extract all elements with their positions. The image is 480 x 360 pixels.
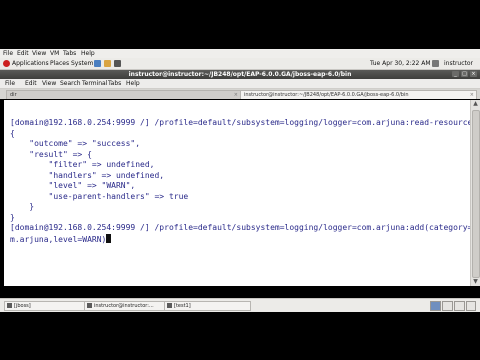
bottom-taskbar: [jboss] instructor@instructor:... [test1… bbox=[0, 298, 480, 312]
applications-menu[interactable]: Applications bbox=[12, 60, 49, 67]
terminal-line: "outcome" => "success", bbox=[10, 139, 141, 148]
workspace-1[interactable] bbox=[430, 301, 441, 311]
term-menu-search[interactable]: Search bbox=[60, 80, 81, 87]
task-test1[interactable]: [test1] bbox=[164, 301, 251, 311]
browser-launcher-icon[interactable] bbox=[94, 60, 101, 67]
terminal-window-title: instructor@instructor:~/JB248/opt/EAP-6.… bbox=[128, 71, 352, 78]
task-label: [jboss] bbox=[14, 303, 31, 309]
terminal-line: { bbox=[10, 128, 15, 138]
terminal-scrollbar[interactable]: ▲ ▼ bbox=[470, 100, 480, 286]
mail-launcher-icon[interactable] bbox=[104, 60, 111, 67]
terminal-line: m.arjuna,level=WARN) bbox=[10, 234, 107, 244]
terminal-launcher-icon[interactable] bbox=[114, 60, 121, 67]
task-jboss[interactable]: [jboss] bbox=[4, 301, 91, 311]
terminal-line: "level" => "WARN", bbox=[10, 181, 136, 190]
terminal-titlebar[interactable]: instructor@instructor:~/JB248/opt/EAP-6.… bbox=[0, 70, 480, 79]
tab-bin[interactable]: instructor@instructor:~/JB248/opt/EAP-6.… bbox=[240, 90, 477, 99]
terminal-line: "handlers" => undefined, bbox=[10, 170, 165, 180]
close-icon[interactable]: × bbox=[470, 71, 477, 77]
volume-icon[interactable] bbox=[432, 60, 439, 67]
terminal-line: [domain@192.168.0.254:9999 /] /profile=d… bbox=[10, 118, 473, 127]
terminal-tabbar: dir × instructor@instructor:~/JB248/opt/… bbox=[0, 89, 480, 99]
workspace-4[interactable] bbox=[466, 301, 476, 311]
tab-label: instructor@instructor:~/JB248/opt/EAP-6.… bbox=[244, 92, 409, 98]
workspace-3[interactable] bbox=[454, 301, 465, 311]
system-menu[interactable]: System bbox=[71, 60, 93, 67]
term-menu-help[interactable]: Help bbox=[126, 80, 140, 87]
panel-clock[interactable]: Tue Apr 30, 2:22 AM bbox=[370, 60, 431, 67]
vm-menu-file[interactable]: File bbox=[3, 50, 13, 57]
vm-menu-edit[interactable]: Edit bbox=[17, 50, 29, 57]
task-label: [test1] bbox=[174, 303, 191, 309]
terminal-menubar: File Edit View Search Terminal Tabs Help bbox=[0, 79, 480, 89]
terminal-line: "filter" => undefined, bbox=[10, 160, 155, 169]
terminal-line: } bbox=[10, 202, 35, 211]
minimize-icon[interactable]: _ bbox=[452, 71, 459, 77]
terminal-line: } bbox=[10, 212, 15, 222]
vm-menu-view[interactable]: View bbox=[32, 50, 46, 57]
vm-menu-help[interactable]: Help bbox=[81, 50, 95, 57]
terminal-output[interactable]: [domain@192.168.0.254:9999 /] /profile=d… bbox=[10, 118, 480, 245]
maximize-icon[interactable]: □ bbox=[461, 71, 468, 77]
panel-user[interactable]: instructor bbox=[444, 60, 473, 67]
scroll-up-icon[interactable]: ▲ bbox=[472, 100, 479, 108]
tab-dir[interactable]: dir × bbox=[6, 90, 241, 99]
scrollbar-thumb[interactable] bbox=[472, 110, 480, 278]
tab-label: dir bbox=[10, 92, 17, 98]
folder-icon bbox=[7, 303, 12, 308]
vm-menu-tabs[interactable]: Tabs bbox=[63, 50, 76, 57]
term-menu-edit[interactable]: Edit bbox=[25, 80, 37, 87]
redhat-icon bbox=[3, 60, 10, 67]
scroll-down-icon[interactable]: ▼ bbox=[472, 278, 479, 286]
terminal-line: "result" => { bbox=[10, 149, 92, 159]
task-label: instructor@instructor:... bbox=[94, 303, 154, 309]
text-cursor bbox=[106, 233, 112, 243]
term-menu-view[interactable]: View bbox=[42, 80, 56, 87]
folder-icon bbox=[167, 303, 172, 308]
terminal-line: [domain@192.168.0.254:9999 /] /profile=d… bbox=[10, 223, 480, 232]
term-menu-tabs[interactable]: Tabs bbox=[108, 80, 121, 87]
workspace-2[interactable] bbox=[442, 301, 453, 311]
vm-menu-vm[interactable]: VM bbox=[50, 50, 59, 57]
gnome-top-panel: Applications Places System Tue Apr 30, 2… bbox=[0, 58, 480, 70]
places-menu[interactable]: Places bbox=[50, 60, 69, 67]
task-terminal[interactable]: instructor@instructor:... bbox=[84, 301, 171, 311]
terminal-body[interactable]: [domain@192.168.0.254:9999 /] /profile=d… bbox=[4, 100, 480, 286]
tab-close-icon[interactable]: × bbox=[470, 91, 474, 99]
term-menu-file[interactable]: File bbox=[5, 80, 15, 87]
term-menu-terminal[interactable]: Terminal bbox=[82, 80, 107, 87]
tab-close-icon[interactable]: × bbox=[234, 91, 238, 99]
vm-menubar: File Edit View VM Tabs Help bbox=[0, 49, 480, 58]
terminal-line: "use-parent-handlers" => true bbox=[10, 191, 189, 201]
terminal-icon bbox=[87, 303, 92, 308]
